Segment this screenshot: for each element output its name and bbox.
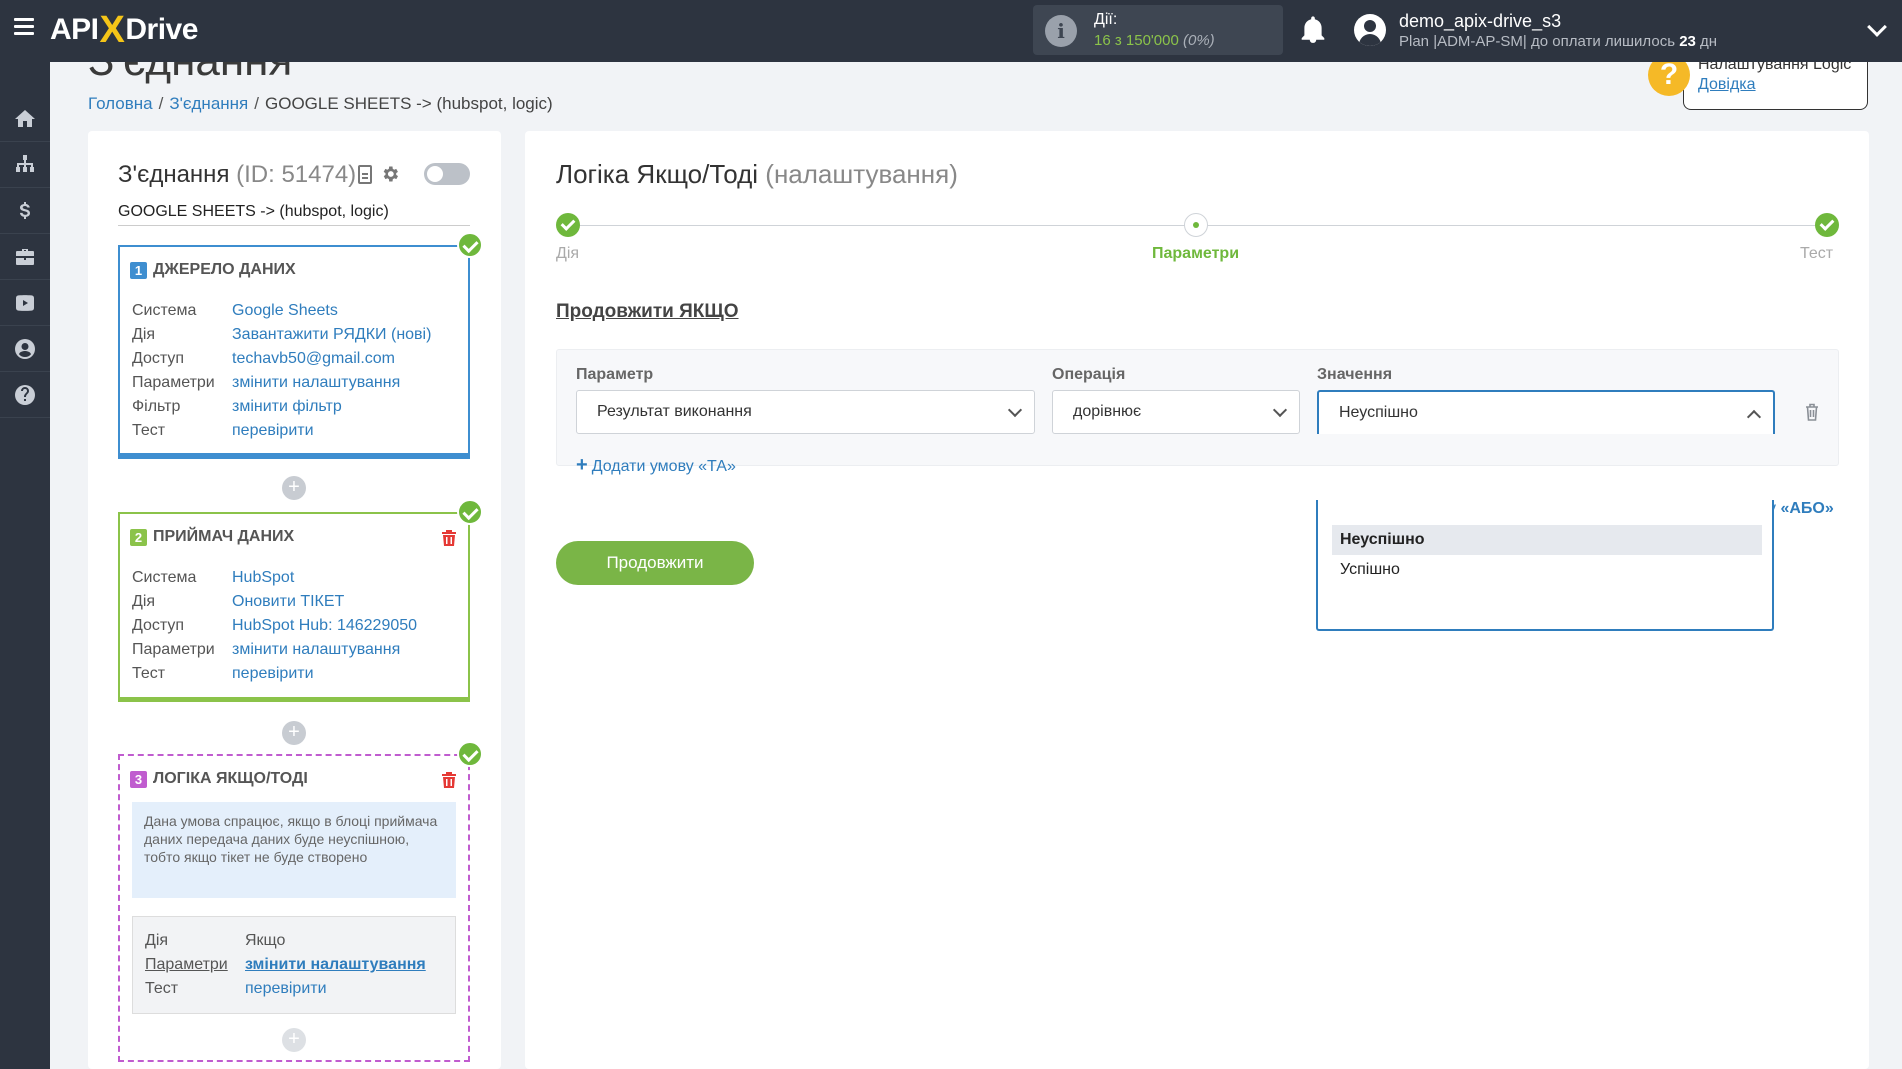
check-icon (457, 741, 483, 767)
chevron-down-icon (1272, 402, 1288, 418)
logic-header: 3 ЛОГІКА ЯКЩО/ТОДІ (130, 770, 308, 788)
gear-icon[interactable] (380, 164, 400, 184)
connection-toggle[interactable] (424, 163, 470, 185)
add-block-button[interactable]: + (282, 1028, 306, 1052)
destination-details: Система HubSpot Дія Оновити ТІКЕТ Доступ Hu… (132, 566, 417, 686)
value-dropdown: Неуспішно Успішно (1316, 500, 1774, 631)
condition-row: Параметр Операція Значення Результат вик… (556, 349, 1839, 476)
bell-icon[interactable] (1300, 16, 1326, 44)
breadcrumb-current: GOOGLE SHEETS -> (hubspot, logic) (265, 94, 553, 113)
user-circle-icon (15, 338, 35, 359)
connection-panel: З'єднання (ID: 51474) GOOGLE SHEETS -> (… (88, 131, 501, 1069)
section-title: Продовжити ЯКЩО (556, 301, 739, 322)
youtube-icon (16, 294, 34, 311)
list-item: Фільтр змінити фільтр (132, 398, 342, 415)
step-test-dot[interactable] (1815, 213, 1839, 237)
top-bar: API X Drive i Дії: 16 з 150'000 (0%) demo_… (0, 0, 1902, 62)
value-select[interactable]: Неуспішно (1317, 390, 1775, 434)
list-item: Параметри змінити налаштування (145, 956, 426, 973)
step-action-dot[interactable] (556, 213, 580, 237)
dropdown-option-failed[interactable]: Неуспішно (1332, 525, 1762, 555)
main-title: Логіка Якщо/Тоді (налаштування) (556, 159, 958, 189)
logic-details: Дія Якщо Параметри змінити налаштування Те… (132, 916, 456, 1014)
operation-select[interactable]: дорівнює (1052, 390, 1300, 434)
apixdrive-logo[interactable]: API X Drive (50, 9, 198, 51)
user-avatar-icon[interactable] (1354, 14, 1386, 46)
list-item: Параметри змінити налаштування (132, 374, 401, 391)
list-item: Доступ techavb50@gmail.com (132, 350, 395, 367)
nav-billing[interactable] (0, 188, 50, 234)
home-icon (15, 109, 35, 127)
value-label: Значення (1317, 366, 1393, 383)
dropdown-option-success[interactable]: Успішно (1332, 555, 1762, 585)
chevron-down-icon[interactable] (1867, 17, 1887, 37)
check-icon (457, 232, 483, 258)
add-block-button[interactable]: + (282, 476, 306, 500)
nav-help[interactable] (0, 372, 50, 418)
list-item: Дія Оновити ТІКЕТ (132, 593, 345, 610)
help-box: Налаштування Logic Довідка (1683, 54, 1868, 110)
breadcrumb: Головна / З'єднання / GOOGLE SHEETS -> (hubs… (88, 94, 553, 113)
nav-tools[interactable] (0, 234, 50, 280)
chevron-down-icon (1007, 402, 1023, 418)
list-item: Тест перевірити (132, 665, 314, 682)
step-test-label[interactable]: Тест (1800, 245, 1833, 263)
logic-block[interactable]: 3 ЛОГІКА ЯКЩО/ТОДІ Дана умова спрацює, як… (118, 754, 470, 1062)
connection-title: З'єднання (ID: 51474) (118, 161, 357, 188)
actions-value: 16 з 150'000 (0%) (1094, 32, 1215, 49)
add-and-condition-button[interactable]: + Додати умову «ТА» (576, 454, 736, 477)
steps-progress: Дія Параметри Тест (556, 213, 1839, 263)
connection-name[interactable]: GOOGLE SHEETS -> (hubspot, logic) (118, 203, 470, 226)
trash-icon[interactable] (1804, 402, 1820, 422)
nav-home[interactable] (0, 96, 50, 142)
param-select[interactable]: Результат виконання (576, 390, 1035, 434)
side-nav (0, 62, 50, 1069)
user-plan: Plan |ADM-AP-SM| до оплати лишилось 23 д… (1399, 33, 1718, 50)
list-item: Система Google Sheets (132, 302, 338, 319)
list-item: Параметри змінити налаштування (132, 641, 401, 658)
step-params-label[interactable]: Параметри (1152, 245, 1239, 263)
nav-connections[interactable] (0, 142, 50, 188)
list-item: Тест перевірити (145, 980, 327, 997)
source-block[interactable]: 1 ДЖЕРЕЛО ДАНИХ Система Google Sheets Дія З… (118, 245, 470, 459)
step-params-dot[interactable] (1184, 213, 1208, 237)
list-item: Дія Якщо (145, 932, 286, 949)
source-details: Система Google Sheets Дія Завантажити РЯДК… (132, 299, 431, 443)
trash-icon[interactable] (442, 530, 456, 546)
trash-icon[interactable] (442, 772, 456, 788)
step-action-label[interactable]: Дія (556, 245, 579, 263)
logic-description: Дана умова спрацює, якщо в блоці приймач… (132, 802, 456, 898)
nav-video[interactable] (0, 280, 50, 326)
briefcase-icon (16, 248, 34, 265)
actions-counter: i Дії: 16 з 150'000 (0%) (1033, 5, 1283, 55)
source-header: 1 ДЖЕРЕЛО ДАНИХ (130, 261, 296, 279)
list-item: Доступ HubSpot Hub: 146229050 (132, 617, 418, 634)
menu-icon[interactable] (14, 18, 34, 36)
operation-label: Операція (1052, 366, 1126, 383)
list-item: Система HubSpot (132, 569, 295, 586)
nav-profile[interactable] (0, 326, 50, 372)
user-name[interactable]: demo_apix-drive_s3 (1399, 11, 1561, 32)
destination-block[interactable]: 2 ПРИЙМАЧ ДАНИХ Система HubSpot Дія Оновити… (118, 512, 470, 702)
dollar-icon (20, 201, 30, 219)
actions-label: Дії: (1094, 11, 1118, 28)
list-item: Тест перевірити (132, 422, 314, 439)
destination-header: 2 ПРИЙМАЧ ДАНИХ (130, 528, 294, 546)
help-link[interactable]: Довідка (1698, 76, 1756, 94)
param-label: Параметр (576, 366, 654, 383)
breadcrumb-home[interactable]: Головна (88, 94, 153, 113)
document-icon[interactable] (358, 165, 372, 184)
chevron-up-icon (1746, 409, 1762, 425)
sitemap-icon (16, 154, 34, 172)
add-block-button[interactable]: + (282, 721, 306, 745)
info-icon: i (1045, 15, 1077, 47)
question-icon (15, 384, 35, 405)
list-item: Дія Завантажити РЯДКИ (нові) (132, 326, 432, 343)
add-or-condition-button[interactable]: у «АБО» (1768, 500, 1834, 518)
continue-button[interactable]: Продовжити (556, 541, 754, 585)
breadcrumb-connections[interactable]: З'єднання (169, 94, 248, 113)
check-icon (457, 499, 483, 525)
